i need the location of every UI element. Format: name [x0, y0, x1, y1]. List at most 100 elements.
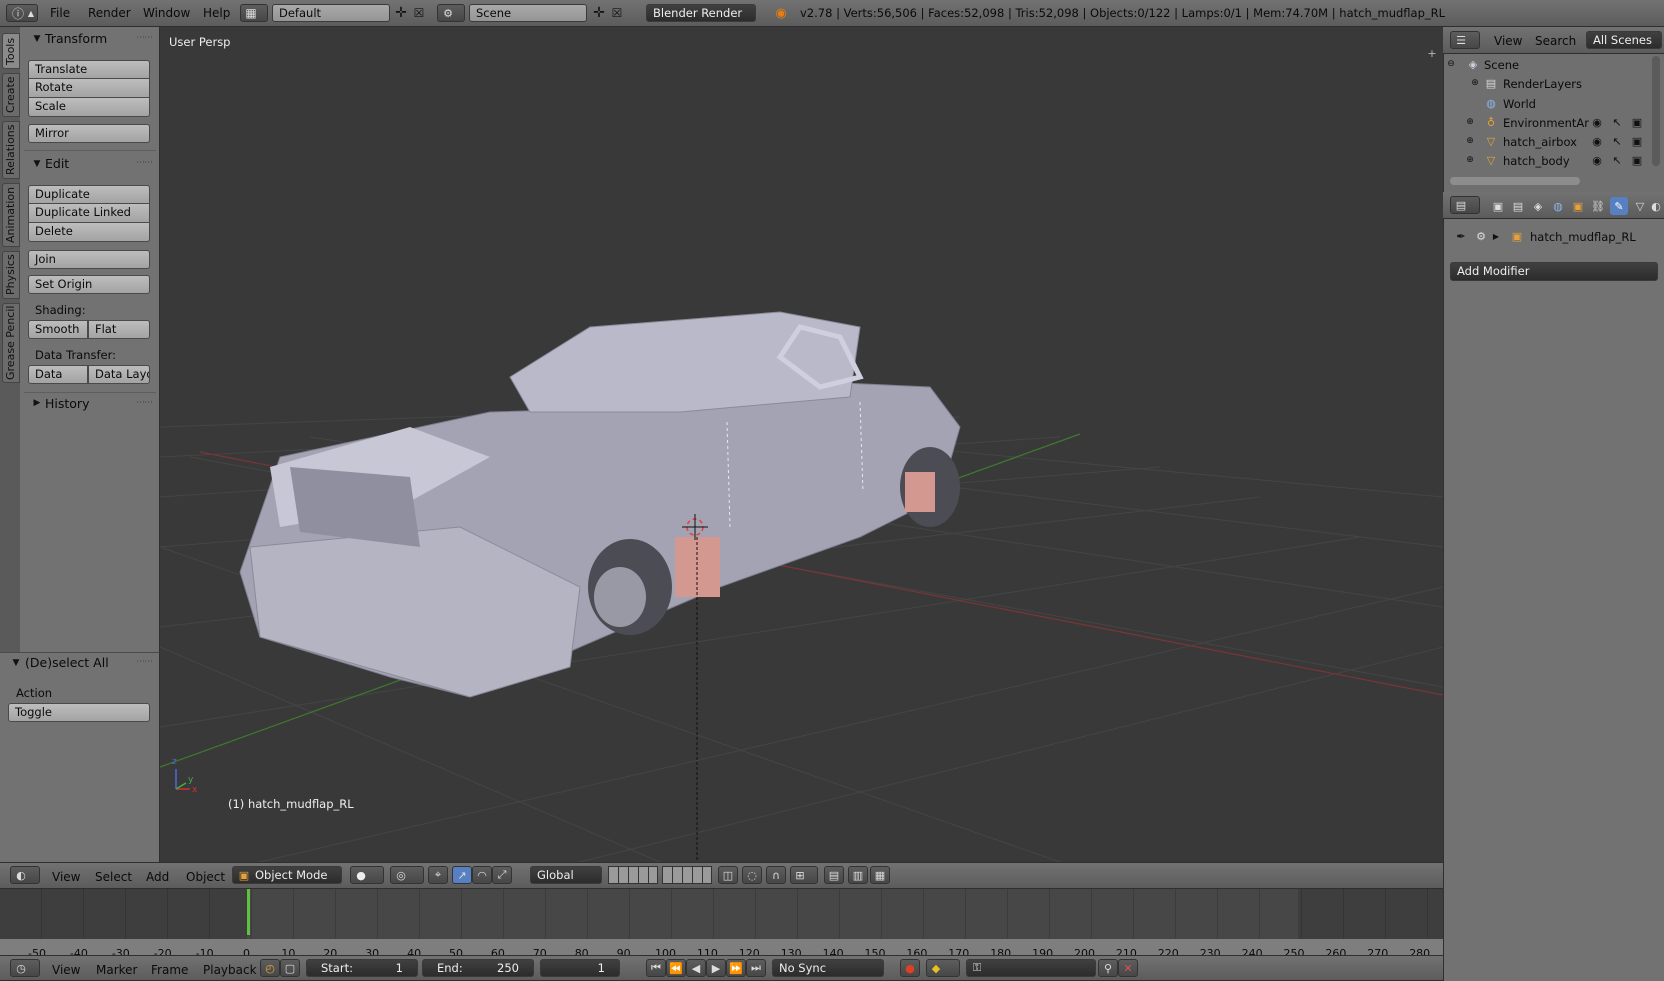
car-model[interactable] [239, 311, 961, 698]
sync-mode-select[interactable]: No Sync [772, 959, 884, 977]
render-preview-button[interactable]: ▦ [870, 866, 890, 884]
mirror-button[interactable]: Mirror [28, 124, 150, 143]
object-tab-icon[interactable]: ▣ [1570, 198, 1586, 214]
end-frame-field[interactable]: End: 250 [422, 959, 534, 977]
remove-scene-icon[interactable]: ☒ [610, 5, 624, 21]
expand-arrow-icon[interactable]: ▼ [11, 657, 21, 669]
render-tab-icon[interactable]: ▣ [1490, 198, 1506, 214]
snap-toggle-button[interactable]: ∩ [766, 866, 786, 884]
active-keying-set-field[interactable] [966, 959, 1096, 977]
screen-layout-icon-button[interactable]: ▦ [240, 4, 268, 22]
menu-object[interactable]: Object [186, 870, 225, 884]
add-modifier-select[interactable]: Add Modifier [1450, 262, 1658, 281]
jump-end-button[interactable]: ⏭ [746, 959, 766, 977]
tab-grease-pencil[interactable]: Grease Pencil [2, 303, 20, 383]
duplicate-button[interactable]: Duplicate [28, 185, 150, 204]
outliner-row-hatch-airbox[interactable]: hatch_airbox [1503, 135, 1577, 149]
pin-icon[interactable]: ✒ [1454, 229, 1468, 243]
cursor-select-icon[interactable]: ↖ [1610, 153, 1624, 167]
scene-icon-button[interactable]: ⚙ [437, 4, 465, 22]
render-layer-tab-icon[interactable]: ▤ [1510, 198, 1526, 214]
history-panel-title[interactable]: History [45, 396, 89, 411]
outliner-menu-view[interactable]: View [1494, 34, 1522, 48]
insert-keyframe-button[interactable]: ⚲ [1098, 959, 1118, 977]
editor-type-3d-button[interactable]: ◐ [10, 866, 40, 884]
scene-field[interactable]: Scene [469, 4, 587, 22]
outliner-display-filter[interactable]: All Scenes [1586, 31, 1662, 49]
eye-icon[interactable]: ◉ [1590, 134, 1604, 148]
auto-keying-button[interactable]: ● [900, 959, 920, 977]
data-layout-button[interactable]: Data Layo [88, 365, 150, 384]
jump-keyframe-back-button[interactable]: ⏪ [666, 959, 686, 977]
layers-grid-2[interactable] [662, 866, 712, 884]
expand-toggle-icon[interactable]: ⊕ [1465, 154, 1475, 166]
drag-grip-icon[interactable]: ⋯⋯ [136, 33, 153, 43]
viewport-shading-button[interactable]: ● [350, 866, 384, 884]
remove-screen-icon[interactable]: ☒ [412, 5, 426, 21]
lock-range-button[interactable]: ▢ [280, 959, 300, 977]
expand-arrow-icon[interactable]: ▼ [32, 33, 42, 45]
preview-range-button[interactable]: ◴ [260, 959, 280, 977]
outliner-horizontal-scrollbar[interactable] [1450, 177, 1580, 185]
screen-layout-field[interactable]: Default [272, 4, 390, 22]
jump-start-button[interactable]: ⏮ [646, 959, 666, 977]
transform-panel-title[interactable]: Transform [45, 31, 107, 46]
render-engine-select[interactable]: Blender Render [646, 4, 756, 22]
scale-manipulator-button[interactable]: ⤢ [492, 866, 512, 884]
menu-timeline-view[interactable]: View [52, 963, 80, 977]
menu-frame[interactable]: Frame [151, 963, 188, 977]
eye-icon[interactable]: ◉ [1590, 115, 1604, 129]
constraints-tab-icon[interactable]: ⛓ [1590, 198, 1606, 214]
tab-physics[interactable]: Physics [2, 251, 20, 299]
start-frame-field[interactable]: Start: 1 [306, 959, 418, 977]
outliner-row-scene[interactable]: Scene [1484, 58, 1519, 72]
menu-view[interactable]: View [52, 870, 80, 884]
menu-render[interactable]: Render [88, 6, 131, 20]
delete-keyframe-button[interactable]: ✕ [1118, 959, 1138, 977]
cursor-select-icon[interactable]: ↖ [1610, 134, 1624, 148]
menu-add[interactable]: Add [146, 870, 169, 884]
translate-button[interactable]: Translate [28, 60, 150, 79]
set-origin-select[interactable]: Set Origin [28, 275, 150, 294]
editor-type-info-button[interactable]: ⓘ ▲ [6, 4, 38, 22]
play-reverse-button[interactable]: ◀ [686, 959, 706, 977]
opengl-render-button[interactable]: ▤ [824, 866, 844, 884]
tab-tools[interactable]: Tools [2, 33, 20, 69]
outliner-row-renderlayers[interactable]: RenderLayers [1503, 77, 1582, 91]
rotate-manipulator-button[interactable]: ◠ [472, 866, 492, 884]
menu-file[interactable]: File [50, 6, 70, 20]
modifiers-tab[interactable]: ✎ [1610, 197, 1628, 215]
opengl-anim-button[interactable]: ▥ [848, 866, 868, 884]
menu-help[interactable]: Help [203, 6, 230, 20]
menu-playback[interactable]: Playback [203, 963, 257, 977]
layer-lock-button[interactable]: ◫ [718, 866, 738, 884]
current-frame-marker[interactable] [247, 889, 250, 935]
expand-toggle-icon[interactable]: ⊕ [1465, 116, 1475, 128]
cursor-select-icon[interactable]: ↖ [1610, 115, 1624, 129]
smooth-button[interactable]: Smooth [28, 320, 88, 339]
world-tab-icon[interactable]: ◍ [1550, 198, 1566, 214]
outliner-row-world[interactable]: World [1503, 97, 1536, 111]
3d-viewport[interactable]: User Persp z x y (1) hatch_mudflap_RL + [160, 27, 1443, 862]
scene-tab-icon[interactable]: ◈ [1530, 198, 1546, 214]
play-button[interactable]: ▶ [706, 959, 726, 977]
expand-toggle-icon[interactable]: ⊕ [1470, 77, 1480, 89]
drag-grip-icon[interactable]: ⋯⋯ [136, 398, 153, 408]
layers-grid-1[interactable] [608, 866, 658, 884]
outliner-row-hatch-body[interactable]: hatch_body [1503, 154, 1570, 168]
current-frame-field[interactable]: 1 [540, 959, 620, 977]
action-select[interactable]: Toggle [8, 703, 150, 722]
scale-button[interactable]: Scale [28, 98, 150, 117]
editor-type-properties-button[interactable]: ▤ [1450, 196, 1480, 214]
data-tab-icon[interactable]: ▽ [1632, 198, 1648, 214]
menu-select[interactable]: Select [95, 870, 132, 884]
data-button[interactable]: Data [28, 365, 88, 384]
rotate-button[interactable]: Rotate [28, 79, 150, 98]
editor-type-outliner-button[interactable]: ☰ [1450, 31, 1480, 49]
editor-type-timeline-button[interactable]: ◷ [10, 959, 40, 977]
material-tab-icon[interactable]: ◐ [1650, 198, 1662, 214]
viewport-toggle-plus-icon[interactable]: + [1426, 47, 1438, 60]
menu-window[interactable]: Window [143, 6, 190, 20]
render-camera-icon[interactable]: ▣ [1630, 153, 1644, 167]
edit-panel-title[interactable]: Edit [45, 156, 69, 171]
